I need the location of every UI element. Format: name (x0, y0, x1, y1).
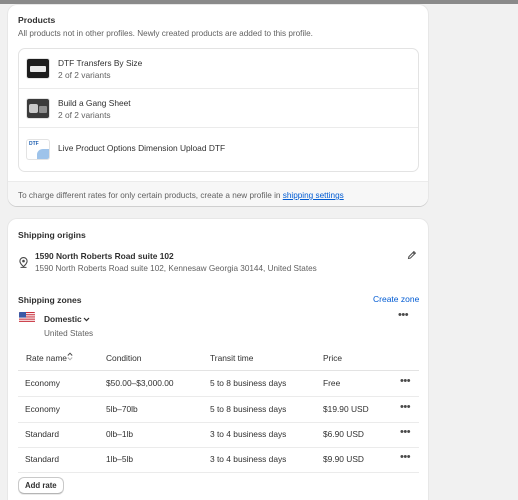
column-header-rate-name[interactable]: Rate name (26, 353, 67, 363)
shipping-settings-link[interactable]: shipping settings (283, 191, 344, 200)
product-name: DTF Transfers By Size (58, 58, 143, 68)
product-thumbnail (26, 98, 50, 119)
create-zone-button[interactable]: Create zone (373, 294, 419, 304)
products-footer: To charge different rates for only certa… (8, 181, 428, 206)
table-header-divider (18, 370, 419, 371)
footer-text: To charge different rates for only certa… (18, 191, 344, 200)
rate-price: $6.90 USD (323, 429, 364, 439)
product-item[interactable]: DTF Live Product Options Dimension Uploa… (19, 127, 418, 172)
row-divider (18, 396, 419, 397)
rate-transit: 5 to 8 business days (210, 378, 287, 388)
product-item[interactable]: DTF Transfers By Size 2 of 2 variants (19, 49, 418, 88)
zone-more-actions-icon[interactable]: ••• (398, 310, 409, 321)
shipping-origins-title: Shipping origins (18, 230, 86, 240)
rate-more-actions-icon[interactable]: ••• (400, 452, 411, 463)
product-name: Build a Gang Sheet (58, 98, 131, 108)
rate-condition: 5lb–70lb (106, 404, 138, 414)
product-thumbnail: DTF (26, 139, 50, 160)
product-thumbnail (26, 58, 50, 79)
product-variants: 2 of 2 variants (58, 110, 111, 120)
rate-transit: 3 to 4 business days (210, 454, 287, 464)
rate-condition: $50.00–$3,000.00 (106, 378, 174, 388)
rate-transit: 3 to 4 business days (210, 429, 287, 439)
sort-icon[interactable] (67, 352, 73, 361)
shipping-card: Shipping origins 1590 North Roberts Road… (8, 219, 428, 500)
rate-condition: 1lb–5lb (106, 454, 134, 464)
zone-name[interactable]: Domestic (44, 314, 82, 324)
footer-message: To charge different rates for only certa… (18, 191, 281, 200)
column-header-condition: Condition (106, 353, 142, 363)
rate-condition: 0lb–1lb (106, 429, 134, 439)
product-list: DTF Transfers By Size 2 of 2 variants Bu… (18, 48, 419, 172)
rate-name: Economy (25, 378, 60, 388)
zone-country: United States (44, 329, 94, 338)
product-name: Live Product Options Dimension Upload DT… (58, 143, 226, 153)
rate-more-actions-icon[interactable]: ••• (400, 427, 411, 438)
products-title: Products (18, 15, 56, 25)
rate-price: $9.90 USD (323, 454, 364, 464)
product-item[interactable]: Build a Gang Sheet 2 of 2 variants (19, 88, 418, 127)
shipping-zones-title: Shipping zones (18, 295, 82, 305)
thumbnail-label: DTF (29, 141, 39, 147)
add-rate-button[interactable]: Add rate (18, 477, 64, 494)
rate-name: Economy (25, 404, 60, 414)
products-description: All products not in other profiles. Newl… (18, 29, 313, 38)
rate-transit: 5 to 8 business days (210, 404, 287, 414)
origin-name: 1590 North Roberts Road suite 102 (35, 251, 174, 261)
origin-address: 1590 North Roberts Road suite 102, Kenne… (35, 264, 317, 273)
row-divider (18, 472, 419, 473)
rate-price: $19.90 USD (323, 404, 369, 414)
pencil-edit-icon[interactable] (407, 250, 417, 260)
rate-name: Standard (25, 429, 59, 439)
row-divider (18, 422, 419, 423)
location-pin-icon (19, 257, 28, 268)
chevron-down-icon[interactable] (83, 317, 90, 322)
column-header-transit-time: Transit time (210, 353, 254, 363)
rate-more-actions-icon[interactable]: ••• (400, 402, 411, 413)
column-header-price: Price (323, 353, 343, 363)
rate-more-actions-icon[interactable]: ••• (400, 376, 411, 387)
top-scrollbar-edge (0, 0, 518, 4)
row-divider (18, 447, 419, 448)
rate-name: Standard (25, 454, 59, 464)
us-flag-icon (19, 312, 35, 323)
product-variants: 2 of 2 variants (58, 70, 111, 80)
rate-price: Free (323, 378, 341, 388)
products-card: Products All products not in other profi… (8, 5, 428, 206)
